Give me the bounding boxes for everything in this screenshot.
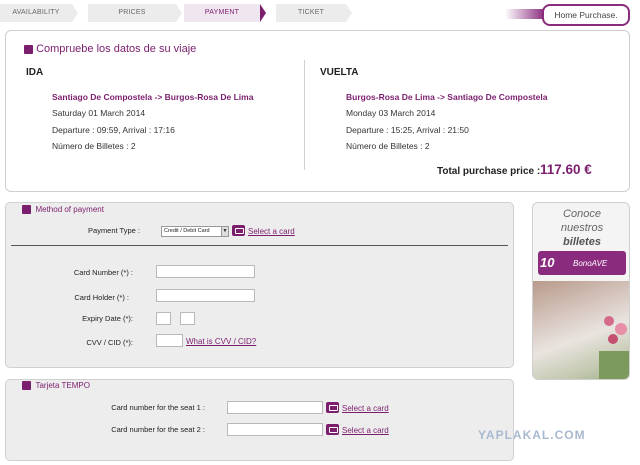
payment-title-text: Method of payment bbox=[35, 205, 104, 214]
cvv-label: CVV / CID (*): bbox=[86, 338, 133, 347]
return-times: Departure : 15:25, Arrival : 21:50 bbox=[346, 125, 469, 135]
card-holder-label: Card Holder (*) : bbox=[74, 293, 129, 302]
column-divider bbox=[304, 60, 305, 170]
summary-title-text: Compruebe los datos de su viaje bbox=[36, 43, 197, 55]
bullet-icon bbox=[22, 205, 31, 215]
chevron-down-icon: ▼ bbox=[221, 227, 228, 236]
expiry-date-label: Expiry Date (*): bbox=[82, 314, 133, 323]
return-heading: VUELTA bbox=[320, 67, 359, 78]
ad-line2: nuestros bbox=[560, 222, 604, 234]
bonoave-ad-banner[interactable]: Conoce nuestros billetes 10 BonoAVE bbox=[532, 202, 630, 380]
card-number-label: Card Number (*) : bbox=[73, 268, 133, 277]
card-icon[interactable] bbox=[232, 225, 245, 236]
seat1-select-card-link[interactable]: Select a card bbox=[342, 404, 389, 413]
step-payment: PAYMENT bbox=[184, 4, 266, 22]
outbound-date: Saturday 01 March 2014 bbox=[52, 108, 146, 118]
step-label: TICKET bbox=[297, 9, 325, 16]
step-label: AVAILABILITY bbox=[12, 9, 60, 16]
tempo-title-text: Tarjeta TEMPO bbox=[35, 381, 90, 390]
seat1-card-input[interactable] bbox=[227, 401, 323, 414]
tempo-title: Tarjeta TEMPO bbox=[22, 381, 90, 391]
step-ticket: TICKET bbox=[276, 4, 352, 22]
expiry-year-input[interactable] bbox=[180, 312, 195, 325]
progress-steps: AVAILABILITY PRICES PAYMENT TICKET bbox=[0, 4, 360, 22]
step-availability: AVAILABILITY bbox=[0, 4, 78, 22]
outbound-route: Santiago De Compostela -> Burgos-Rosa De… bbox=[52, 92, 254, 102]
cvv-help-link[interactable]: What is CVV / CID? bbox=[186, 337, 256, 346]
ad-line3: billetes bbox=[563, 236, 601, 248]
card-number-input[interactable] bbox=[156, 265, 255, 278]
step-label: PAYMENT bbox=[204, 9, 240, 16]
ad-line1: Conoce bbox=[563, 208, 601, 220]
seat2-card-input[interactable] bbox=[227, 423, 323, 436]
select-card-link[interactable]: Select a card bbox=[248, 227, 295, 236]
return-tickets: Número de Billetes : 2 bbox=[346, 141, 430, 151]
payment-type-select[interactable]: Credit / Debit Card ▼ bbox=[161, 226, 229, 237]
watermark: YAPLAKAL.COM bbox=[478, 428, 586, 442]
payment-type-label: Payment Type : bbox=[88, 226, 140, 235]
outbound-tickets: Número de Billetes : 2 bbox=[52, 141, 136, 151]
card-icon[interactable] bbox=[326, 424, 339, 435]
divider bbox=[11, 245, 508, 246]
bullet-icon bbox=[24, 44, 33, 54]
summary-title: Compruebe los datos de su viaje bbox=[24, 43, 196, 55]
step-label: PRICES bbox=[118, 9, 146, 16]
outbound-heading: IDA bbox=[26, 67, 44, 78]
ad-logo-number: 10 bbox=[540, 255, 555, 270]
home-purchase-button[interactable]: Home Purchase. bbox=[542, 4, 630, 26]
return-route: Burgos-Rosa De Lima -> Santiago De Compo… bbox=[346, 92, 548, 102]
cvv-input[interactable] bbox=[156, 334, 183, 347]
total-value: 117.60 € bbox=[540, 162, 592, 177]
ad-logo-text: BonoAVE bbox=[573, 259, 608, 268]
ad-photo bbox=[533, 281, 629, 379]
seat1-label: Card number for the seat 1 : bbox=[111, 403, 205, 412]
total-label: Total purchase price : bbox=[437, 166, 541, 177]
payment-type-value: Credit / Debit Card bbox=[164, 228, 210, 234]
seat2-select-card-link[interactable]: Select a card bbox=[342, 426, 389, 435]
flowers-image bbox=[599, 316, 629, 379]
payment-title: Method of payment bbox=[22, 205, 104, 215]
tempo-panel bbox=[5, 379, 514, 461]
step-prices: PRICES bbox=[88, 4, 182, 22]
expiry-month-input[interactable] bbox=[156, 312, 171, 325]
outbound-times: Departure : 09:59, Arrival : 17:16 bbox=[52, 125, 175, 135]
home-decoration bbox=[505, 9, 545, 19]
card-icon[interactable] bbox=[326, 402, 339, 413]
seat2-label: Card number for the seat 2 : bbox=[111, 425, 205, 434]
bullet-icon bbox=[22, 381, 31, 391]
return-date: Monday 03 March 2014 bbox=[346, 108, 436, 118]
card-holder-input[interactable] bbox=[156, 289, 255, 302]
